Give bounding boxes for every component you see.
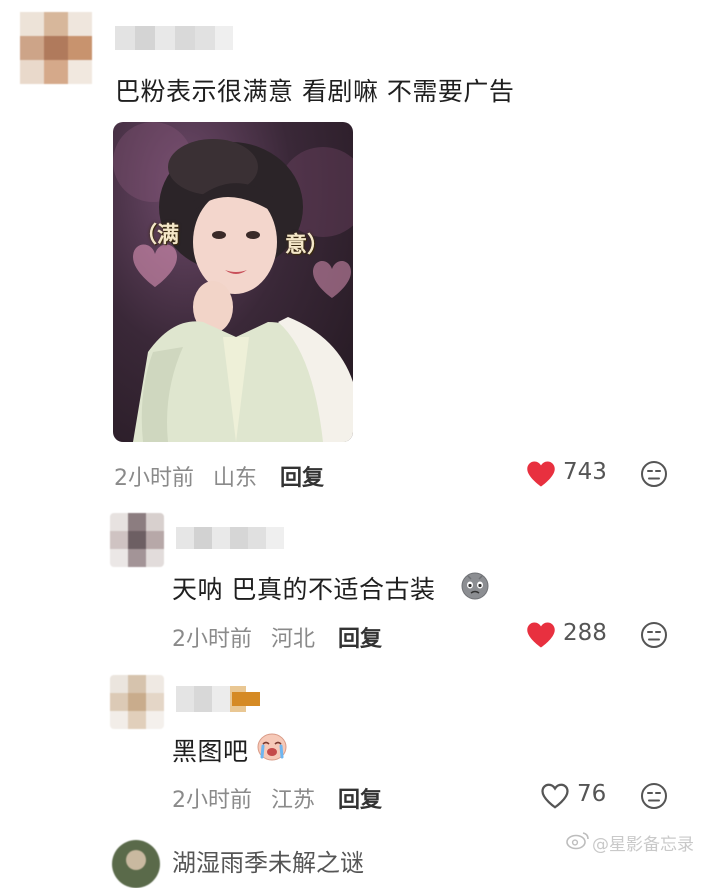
avatar[interactable] — [110, 675, 164, 729]
meh-face-icon[interactable] — [640, 460, 668, 488]
reply-button[interactable]: 回复 — [338, 621, 382, 653]
heart-icon[interactable] — [526, 460, 556, 488]
comment-location: 江苏 — [271, 788, 316, 813]
comment-text: 巴粉表示很满意 看剧嘛 不需要广告 — [115, 77, 515, 106]
comment-time: 2小时前 — [114, 466, 194, 491]
avatar[interactable] — [112, 840, 160, 888]
comment-location: 河北 — [271, 627, 316, 652]
weibo-logo-icon — [566, 832, 589, 850]
avatar[interactable] — [20, 12, 92, 84]
reply-button[interactable]: 回复 — [338, 782, 382, 814]
image-caption-left: （满 — [135, 222, 180, 248]
like-count: 288 — [563, 620, 607, 646]
sad-face-emoji — [461, 572, 489, 600]
reply-button[interactable]: 回复 — [280, 460, 324, 492]
comment-text: 天呐 巴真的不适合古装 — [172, 575, 436, 604]
username[interactable] — [176, 527, 284, 549]
image-caption-right: 意） — [285, 232, 330, 258]
meh-face-icon[interactable] — [640, 782, 668, 810]
like-count: 743 — [563, 459, 607, 485]
comment-time: 2小时前 — [172, 788, 252, 813]
heart-icon[interactable] — [540, 782, 570, 810]
heart-icon[interactable] — [526, 621, 556, 649]
comment-time: 2小时前 — [172, 627, 252, 652]
username[interactable] — [115, 26, 233, 50]
comment-location: 山东 — [213, 466, 258, 491]
portrait-illustration — [113, 122, 353, 442]
username[interactable]: 湖湿雨季未解之谜 — [172, 843, 364, 878]
username[interactable] — [176, 686, 262, 712]
comment-image[interactable]: （满 意） — [113, 122, 353, 442]
crying-face-emoji — [257, 733, 287, 761]
like-count: 76 — [577, 781, 607, 807]
comment-text: 黑图吧 — [172, 737, 249, 766]
watermark: @星影备忘录 — [592, 835, 694, 855]
meh-face-icon[interactable] — [640, 621, 668, 649]
avatar[interactable] — [110, 513, 164, 567]
